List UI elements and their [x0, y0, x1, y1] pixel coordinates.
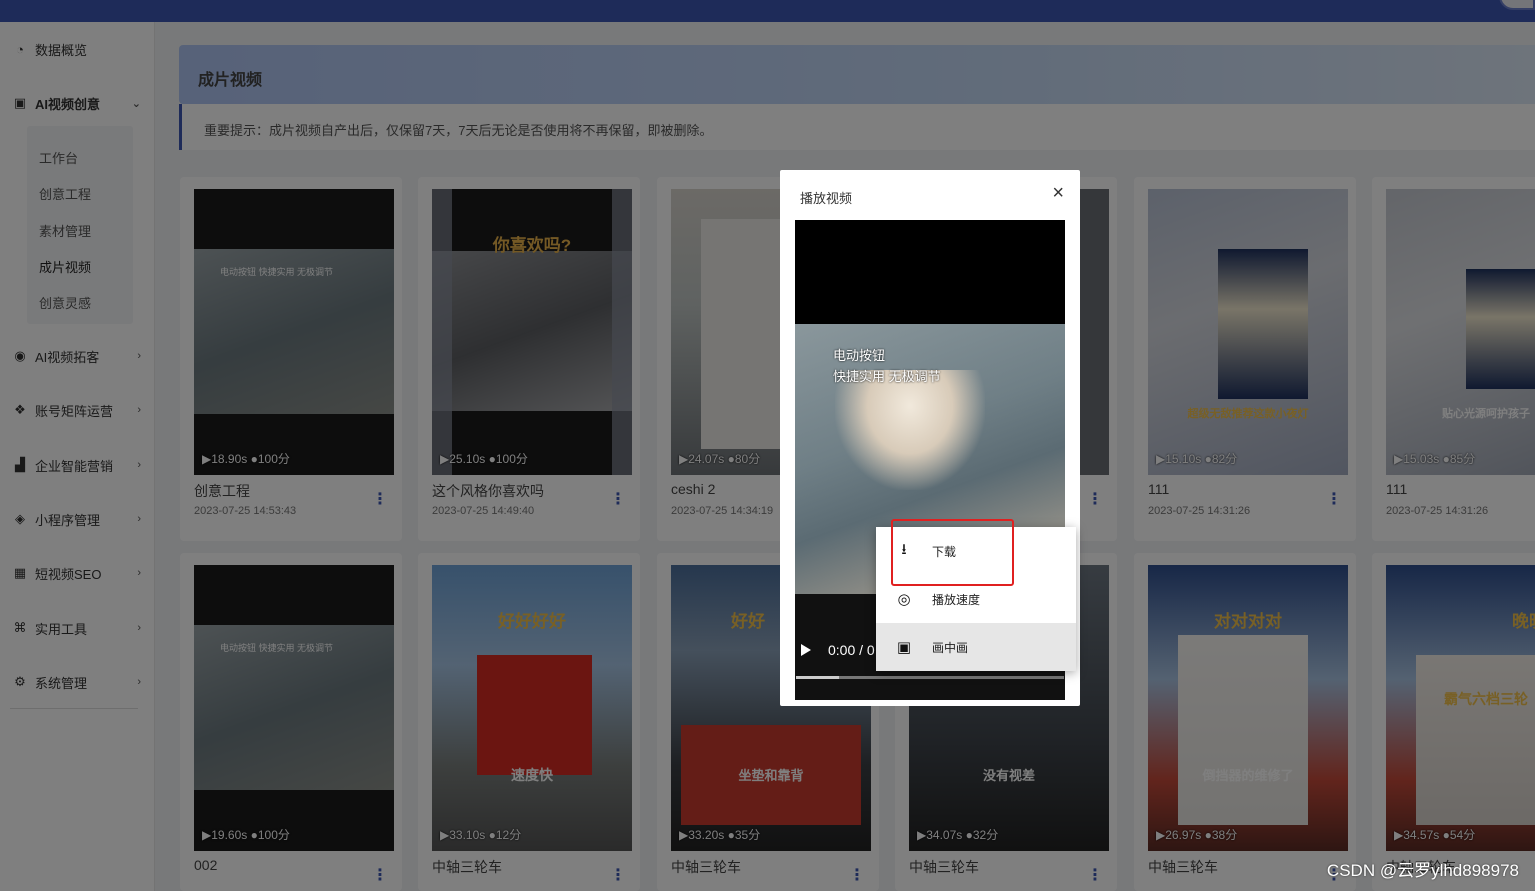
time-display: 0:00 / 0 [828, 642, 875, 658]
progress-bar[interactable] [796, 676, 1064, 679]
close-icon[interactable]: × [1052, 182, 1064, 205]
highlight-box [891, 519, 1014, 586]
modal-overlay[interactable] [0, 0, 1535, 891]
modal-title: 播放视频 [800, 191, 853, 206]
video-caption-line2: 快捷实用 无极调节 [833, 369, 941, 384]
menu-item-picture-in-picture[interactable]: ▣ 画中画 [876, 623, 1076, 671]
watermark: CSDN @云罗ylhd898978 [1326, 861, 1519, 880]
play-icon[interactable] [801, 644, 811, 656]
picture-in-picture-icon: ▣ [896, 639, 912, 656]
playback-speed-icon: ◎ [897, 591, 911, 608]
video-subject [835, 370, 985, 490]
progress-fill [796, 676, 839, 679]
video-caption-line1: 电动按钮 [833, 348, 886, 363]
